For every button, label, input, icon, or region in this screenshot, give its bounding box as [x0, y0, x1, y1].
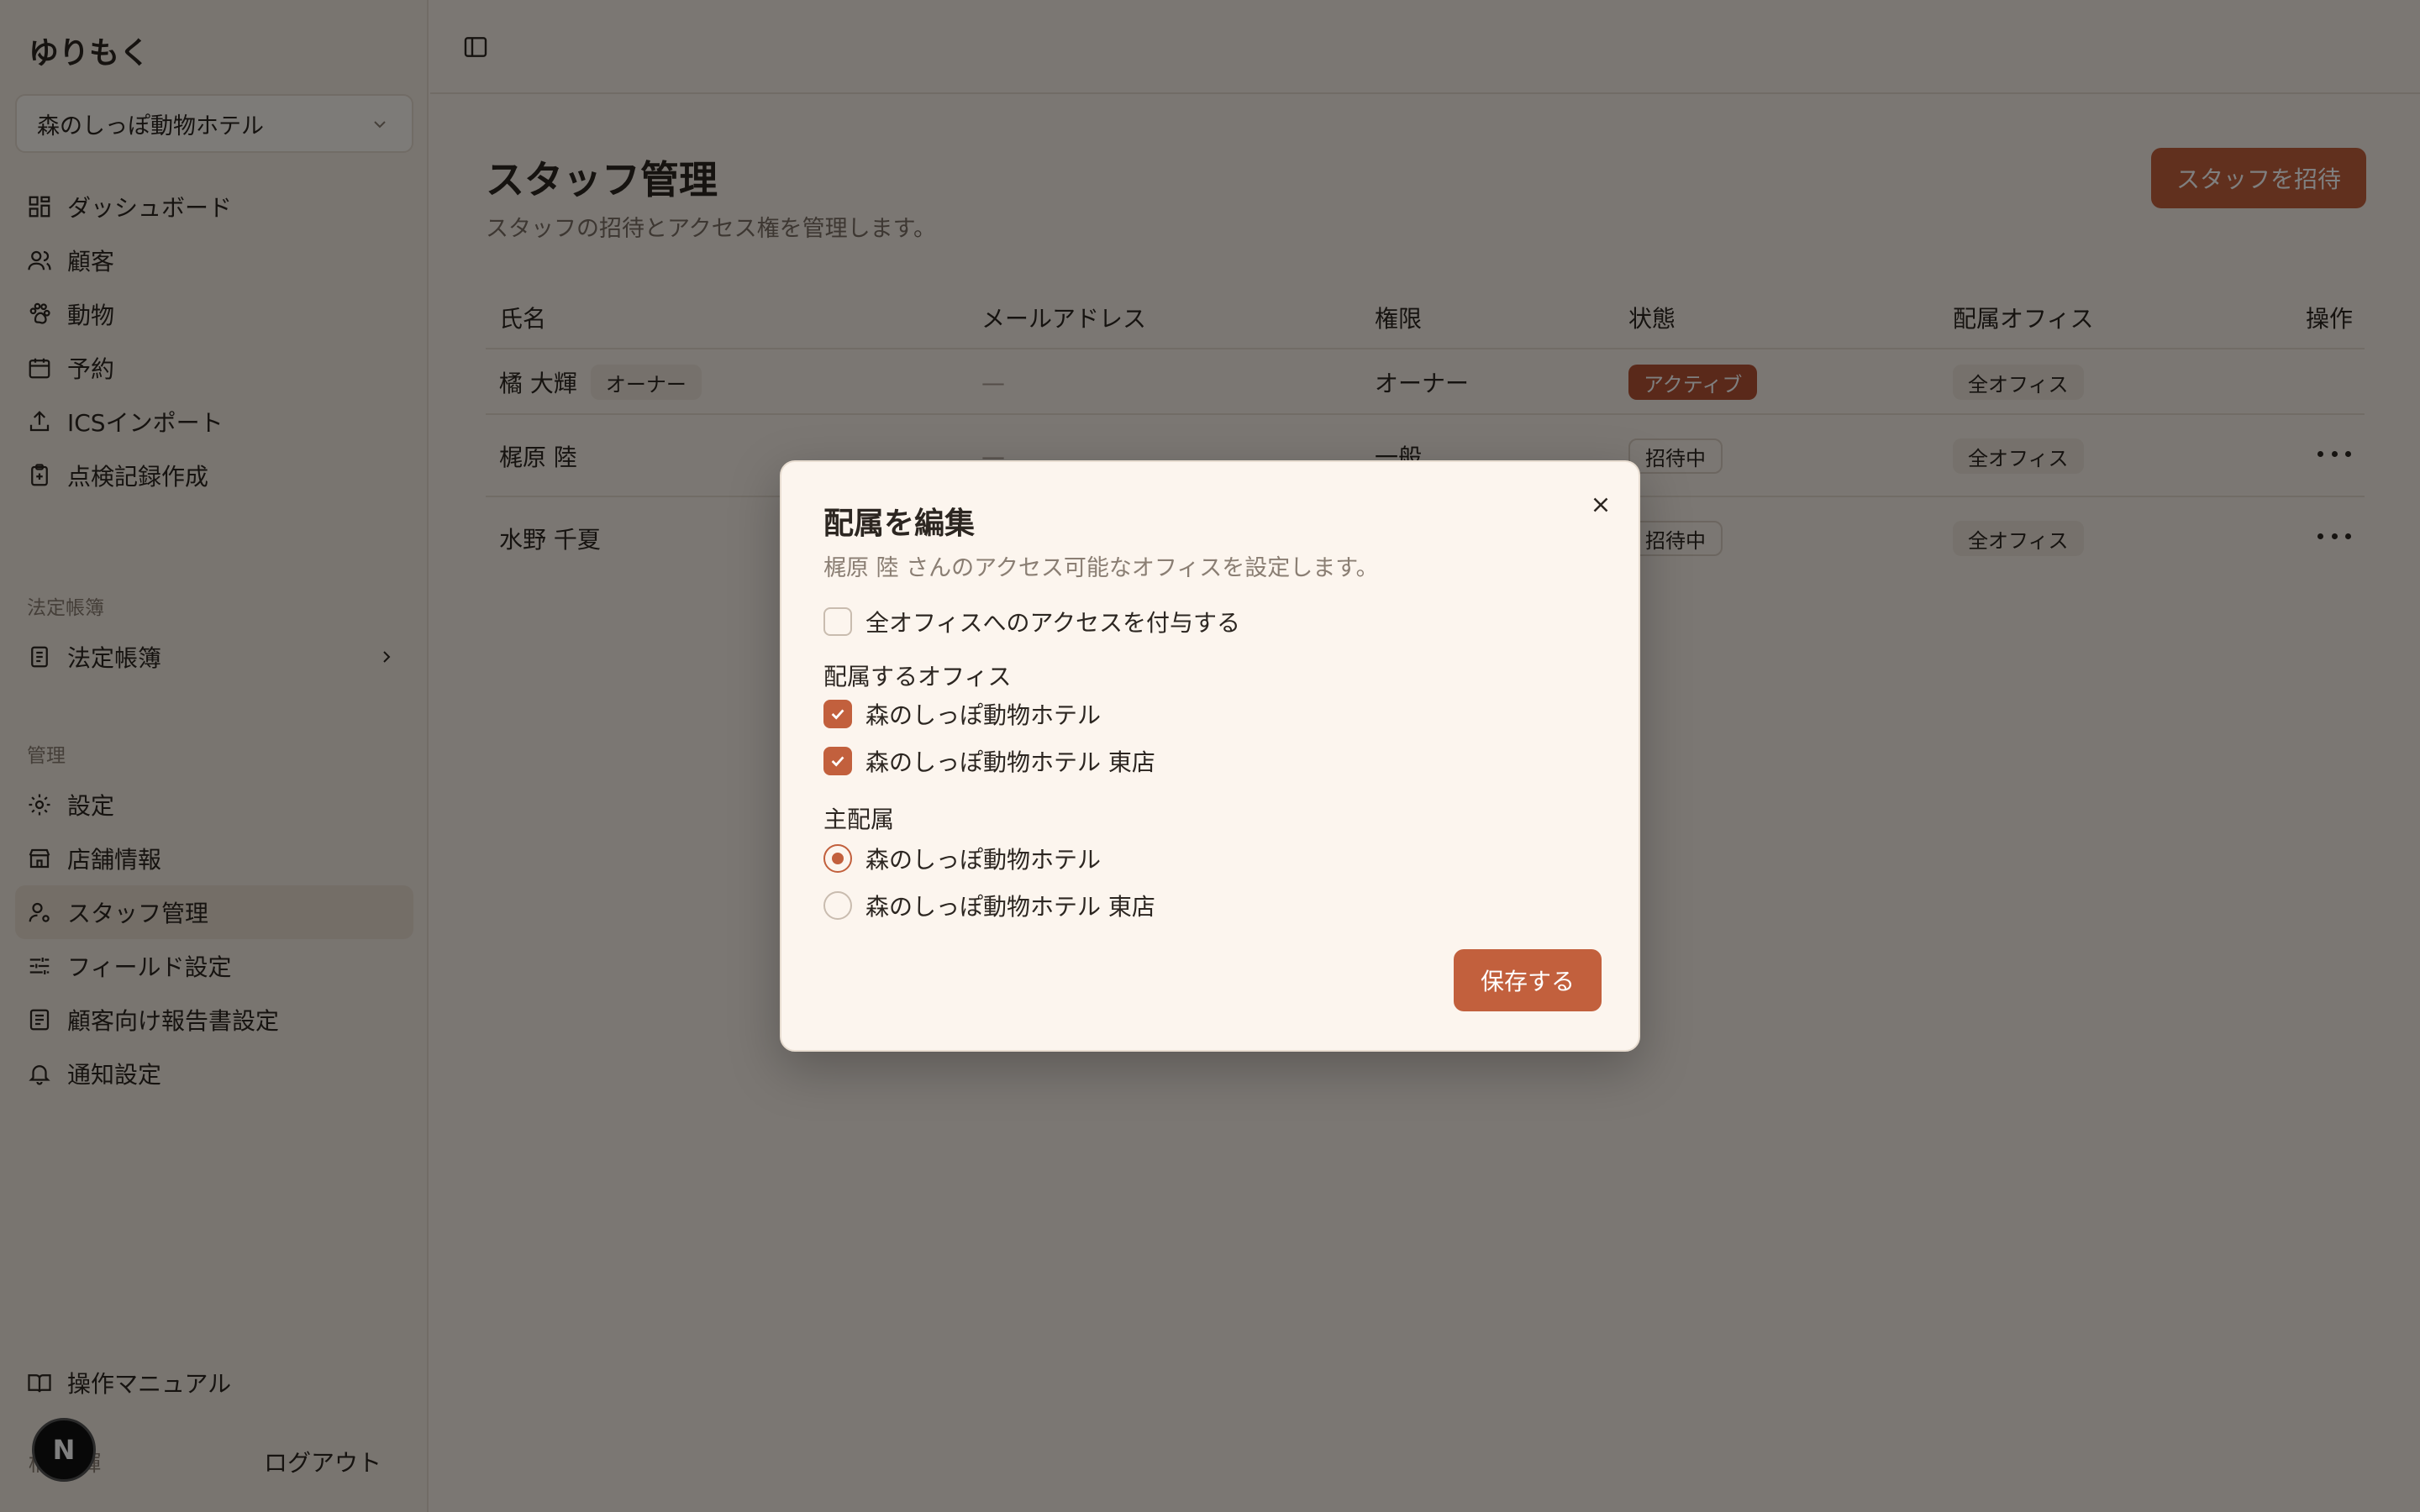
office-checkbox-label: 森のしっぽ動物ホテル 東店: [865, 748, 1155, 776]
primary-radio[interactable]: [823, 891, 852, 920]
office-checkbox[interactable]: [823, 700, 852, 728]
all-offices-label: 全オフィスへのアクセスを付与する: [865, 609, 1241, 637]
office-checkbox-label: 森のしっぽ動物ホテル: [865, 701, 1102, 729]
primary-radio-label: 森のしっぽ動物ホテル: [865, 846, 1102, 874]
dialog-title: 配属を編集: [823, 507, 976, 541]
dialog-description: 梶原 陸 さんのアクセス可能なオフィスを設定します。: [823, 555, 1379, 581]
all-offices-checkbox-row[interactable]: 全オフィスへのアクセスを付与する: [823, 605, 1240, 638]
primary-group-label: 主配属: [823, 806, 895, 833]
primary-radio[interactable]: [823, 844, 852, 873]
all-offices-checkbox[interactable]: [823, 607, 852, 636]
check-icon: [831, 709, 844, 720]
office-checkbox-row[interactable]: 森のしっぽ動物ホテル 東店: [823, 744, 1155, 778]
primary-radio-row[interactable]: 森のしっぽ動物ホテル 東店: [823, 889, 1155, 922]
edit-assignment-dialog: 配属を編集 梶原 陸 さんのアクセス可能なオフィスを設定します。 全オフィスへの…: [780, 460, 1640, 1052]
offices-group-label: 配属するオフィス: [823, 663, 1012, 690]
primary-radio-row[interactable]: 森のしっぽ動物ホテル: [823, 842, 1101, 875]
close-icon[interactable]: [1588, 492, 1613, 517]
save-button[interactable]: 保存する: [1454, 949, 1602, 1011]
primary-radio-label: 森のしっぽ動物ホテル 東店: [865, 893, 1155, 921]
check-icon: [831, 756, 844, 767]
office-checkbox[interactable]: [823, 747, 852, 775]
office-checkbox-row[interactable]: 森のしっぽ動物ホテル: [823, 697, 1101, 731]
